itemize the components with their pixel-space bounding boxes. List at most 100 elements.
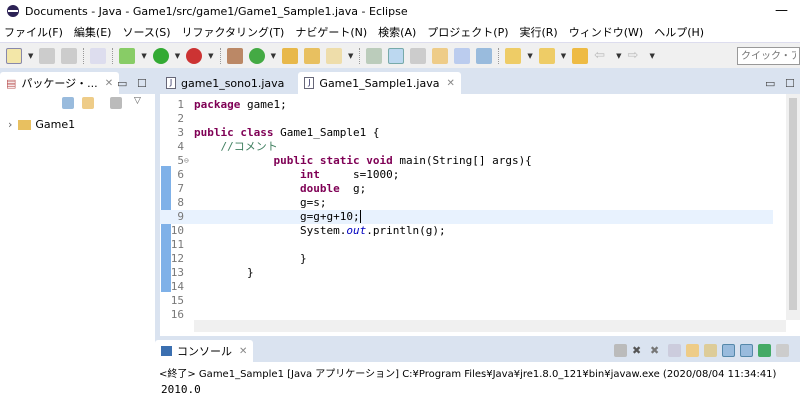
line-number: 12 (170, 252, 184, 265)
previous-annotation-icon[interactable] (538, 47, 555, 64)
skip-breakpoints-icon[interactable] (90, 47, 107, 64)
forward-icon[interactable]: ⇨ (628, 48, 644, 64)
mark-occurrences-icon[interactable] (388, 47, 405, 64)
debug-icon[interactable] (119, 47, 136, 64)
eclipse-logo-icon (7, 5, 19, 17)
code-editor[interactable]: J game1_sono1.java J Game1_Sample1.java … (160, 72, 800, 336)
collapse-all-icon[interactable] (62, 97, 74, 109)
dropdown-icon[interactable]: ▼ (208, 52, 213, 60)
code-line[interactable]: 10 System.out.println(g); (160, 224, 773, 238)
code-line[interactable]: 7 double g; (160, 182, 773, 196)
open-folder-icon[interactable] (303, 47, 320, 64)
code-area[interactable]: 1 package game1; 2 3 public class Game1_Samp… (160, 94, 800, 321)
close-icon[interactable]: ✕ (239, 346, 247, 357)
menu-item[interactable]: 検索(A) (378, 24, 416, 40)
remove-launch-icon[interactable]: ✖ (632, 344, 645, 357)
view-menu-icon[interactable] (110, 97, 122, 109)
code-line[interactable]: 13 } (160, 266, 773, 280)
show-on-stdout-icon[interactable] (722, 344, 735, 357)
code-line[interactable]: 4 //コメント (160, 140, 773, 154)
code-text: public static void main(String[] args){ (194, 154, 531, 168)
pin-console-icon[interactable] (758, 344, 771, 357)
dropdown-icon[interactable]: ▼ (650, 52, 655, 60)
minimize-button[interactable]: — (775, 3, 788, 18)
separator (498, 47, 500, 64)
menu-item[interactable]: ファイル(F) (4, 24, 63, 40)
tab-game1-sono1[interactable]: J game1_sono1.java (160, 72, 291, 94)
open-console-icon[interactable] (776, 344, 789, 357)
new-class-icon[interactable] (248, 47, 265, 64)
new-icon[interactable] (6, 47, 22, 64)
expand-icon[interactable]: › (8, 118, 12, 131)
maximize-view-icon[interactable]: ☐ (137, 77, 147, 90)
link-with-editor-icon[interactable] (82, 97, 94, 109)
dropdown-icon[interactable]: ▼ (141, 52, 146, 60)
terminate-icon[interactable] (614, 344, 627, 357)
scroll-lock-icon[interactable] (686, 344, 699, 357)
code-line[interactable]: 3 public class Game1_Sample1 { (160, 126, 773, 140)
code-line[interactable]: 12 } (160, 252, 773, 266)
save-all-icon[interactable] (61, 47, 78, 64)
dropdown-icon[interactable]: ▼ (271, 52, 276, 60)
menu-item[interactable]: ヘルプ(H) (654, 24, 704, 40)
horizontal-scrollbar[interactable] (194, 320, 786, 332)
save-icon[interactable] (39, 47, 56, 64)
back-icon[interactable]: ⇦ (594, 48, 610, 64)
dropdown-icon[interactable]: ▼ (348, 52, 353, 60)
console-view: コンソール ✕ ✖ ✖ <終了> Game1_Sample1 [Java アプリ… (155, 340, 800, 404)
dropdown-icon[interactable]: ▼ (561, 52, 566, 60)
console-output[interactable]: 2010.0 (155, 383, 800, 396)
tree-item-game1[interactable]: › Game1 (0, 114, 155, 131)
code-line[interactable]: 2 (160, 112, 773, 126)
block-selection-icon[interactable] (410, 47, 427, 64)
run-external-tools-icon[interactable] (186, 47, 203, 64)
show-source-icon[interactable] (454, 47, 471, 64)
code-line[interactable]: 14 (160, 280, 773, 294)
dropdown-icon[interactable]: ▼ (527, 52, 532, 60)
clear-console-icon[interactable] (668, 344, 681, 357)
menu-item[interactable]: ウィンドウ(W) (569, 24, 643, 40)
menu-item[interactable]: ソース(S) (122, 24, 170, 40)
word-wrap-icon[interactable] (704, 344, 717, 357)
tab-game1-sample1[interactable]: J Game1_Sample1.java ✕ (298, 72, 461, 94)
minimize-view-icon[interactable]: ▭ (117, 77, 127, 90)
tab-console[interactable]: コンソール ✕ (155, 340, 254, 362)
search-icon[interactable] (325, 47, 342, 64)
annotation-icon[interactable] (366, 47, 383, 64)
open-type-icon[interactable] (281, 47, 298, 64)
show-on-stderr-icon[interactable] (740, 344, 753, 357)
chevron-down-icon[interactable]: ▽ (134, 96, 141, 106)
maximize-view-icon[interactable]: ☐ (785, 77, 795, 90)
new-package-icon[interactable] (226, 47, 243, 64)
next-annotation-icon[interactable] (505, 47, 522, 64)
toggle-breadcrumb-icon[interactable] (432, 47, 449, 64)
menu-item[interactable]: プロジェクト(P) (427, 24, 508, 40)
tab-package-explorer[interactable]: ▤ パッケージ・... ✕ (0, 72, 120, 94)
code-line[interactable]: 6 int s=1000; (160, 168, 773, 182)
code-line[interactable]: 11 (160, 238, 773, 252)
close-icon[interactable]: ✕ (446, 78, 454, 89)
menu-item[interactable]: ナビゲート(N) (295, 24, 367, 40)
code-line[interactable]: 5 ⊖ public static void main(String[] args… (160, 154, 773, 168)
show-whitespace-icon[interactable] (476, 47, 493, 64)
vertical-scrollbar[interactable] (786, 94, 800, 320)
quick-access-input[interactable] (737, 47, 800, 65)
menu-item[interactable]: 編集(E) (74, 24, 112, 40)
code-line[interactable]: 1 package game1; (160, 98, 773, 112)
close-icon[interactable]: ✕ (105, 78, 113, 89)
code-line[interactable]: 15 (160, 294, 773, 308)
code-line[interactable]: 8 g=s; (160, 196, 773, 210)
run-icon[interactable] (152, 47, 169, 64)
remove-all-terminated-icon[interactable]: ✖ (650, 344, 663, 357)
minimize-view-icon[interactable]: ▭ (765, 77, 775, 90)
dropdown-icon[interactable]: ▼ (616, 52, 621, 60)
dropdown-icon[interactable]: ▼ (175, 52, 180, 60)
last-edit-icon[interactable] (572, 47, 589, 64)
menu-item[interactable]: 実行(R) (520, 24, 558, 40)
scrollbar-thumb[interactable] (789, 98, 797, 310)
dropdown-icon[interactable]: ▼ (28, 52, 33, 60)
fold-icon[interactable]: ⊖ (184, 154, 189, 168)
menu-item[interactable]: リファクタリング(T) (181, 24, 284, 40)
code-line[interactable]: 9 g=g+g+10; (160, 210, 773, 224)
